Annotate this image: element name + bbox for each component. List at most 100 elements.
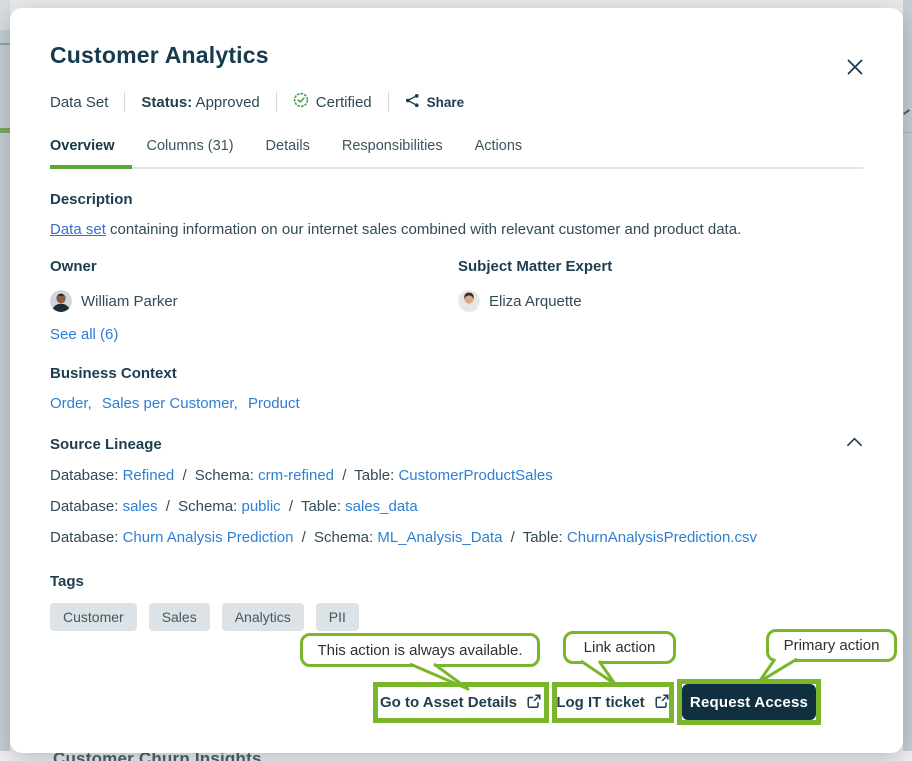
schema-label: Schema:	[314, 529, 373, 546]
go-to-asset-details-button[interactable]: Go to Asset Details	[380, 693, 542, 713]
schema-label: Schema:	[178, 498, 237, 515]
status-value: Approved	[192, 94, 260, 111]
lineage-row: Database: Churn Analysis Prediction / Sc…	[50, 529, 863, 546]
owner-name: William Parker	[81, 293, 178, 310]
divider	[276, 92, 277, 112]
tag-chip-sales[interactable]: Sales	[149, 603, 210, 631]
owner-heading: Owner	[50, 258, 458, 275]
tags-heading: Tags	[50, 573, 863, 590]
business-context-link-product[interactable]: Product	[248, 395, 300, 412]
table-link[interactable]: CustomerProductSales	[398, 467, 552, 484]
database-link[interactable]: sales	[123, 498, 158, 515]
tab-responsibilities[interactable]: Responsibilities	[342, 138, 443, 167]
share-icon	[405, 93, 420, 112]
tab-columns[interactable]: Columns (31)	[147, 138, 234, 167]
certified-label: Certified	[316, 94, 372, 111]
tab-bar: Overview Columns (31) Details Responsibi…	[50, 138, 863, 167]
close-icon[interactable]	[845, 57, 865, 77]
description-text-body: containing information on our internet s…	[106, 221, 741, 238]
separator: /	[182, 467, 186, 484]
tab-actions[interactable]: Actions	[475, 138, 523, 167]
background-page-left	[0, 0, 10, 761]
sme-column: Subject Matter Expert Eliza Arquette	[458, 258, 612, 344]
separator: /	[342, 467, 346, 484]
divider	[124, 92, 125, 112]
table-link[interactable]: ChurnAnalysisPrediction.csv	[567, 529, 757, 546]
database-link[interactable]: Refined	[123, 467, 175, 484]
log-it-ticket-button[interactable]: Log IT ticket	[556, 693, 669, 713]
certified-badge: Certified	[293, 92, 372, 112]
certified-icon	[293, 92, 309, 112]
sme-name: Eliza Arquette	[489, 293, 582, 310]
schema-label: Schema:	[195, 467, 254, 484]
callout-tail	[575, 660, 623, 686]
table-label: Table:	[523, 529, 563, 546]
share-label: Share	[427, 95, 465, 110]
annotation-highlight-request-access: Request Access	[677, 679, 821, 725]
table-label: Table:	[301, 498, 341, 515]
separator: /	[511, 529, 515, 546]
lineage-row: Database: Refined / Schema: crm-refined …	[50, 467, 863, 484]
tab-details[interactable]: Details	[266, 138, 310, 167]
description-text: Data set containing information on our i…	[50, 221, 863, 238]
callout-always-available: This action is always available.	[300, 633, 540, 667]
owner-column: Owner William Parker See all (6)	[50, 258, 458, 344]
business-context-links: Order, Sales per Customer, Product	[50, 395, 863, 412]
sme-avatar	[458, 290, 480, 312]
business-context-link-sales-per-customer[interactable]: Sales per Customer,	[102, 395, 238, 412]
separator: /	[166, 498, 170, 515]
separator: /	[289, 498, 293, 515]
annotation-highlight-log-it-ticket: Log IT ticket	[552, 682, 674, 723]
status-label: Status:	[141, 94, 192, 111]
database-link[interactable]: Churn Analysis Prediction	[123, 529, 294, 546]
page-title: Customer Analytics	[50, 42, 863, 69]
tab-overview[interactable]: Overview	[50, 138, 115, 167]
tab-underline-track	[50, 167, 863, 169]
background-divider	[0, 43, 10, 45]
asset-meta-row: Data Set Status: Approved Certified Shar…	[50, 92, 863, 112]
go-to-asset-details-label: Go to Asset Details	[380, 694, 517, 711]
business-context-heading: Business Context	[50, 365, 863, 382]
asset-detail-modal: Customer Analytics Data Set Status: Appr…	[10, 8, 903, 753]
active-tab-indicator	[50, 165, 132, 169]
tag-chip-customer[interactable]: Customer	[50, 603, 137, 631]
database-label: Database:	[50, 529, 118, 546]
asset-type-label: Data Set	[50, 94, 108, 111]
owner-person: William Parker	[50, 290, 458, 312]
chevron-up-icon[interactable]	[846, 435, 863, 453]
schema-link[interactable]: crm-refined	[258, 467, 334, 484]
source-lineage-header: Source Lineage	[50, 435, 863, 453]
log-it-ticket-label: Log IT ticket	[556, 694, 644, 711]
people-section: Owner William Parker See all (6) Subject…	[50, 258, 863, 344]
external-link-icon	[654, 693, 670, 713]
data-set-link[interactable]: Data set	[50, 221, 106, 238]
external-link-icon	[526, 693, 542, 713]
separator: /	[302, 529, 306, 546]
request-access-button[interactable]: Request Access	[682, 684, 816, 720]
background-divider-right	[903, 132, 912, 133]
tag-chip-analytics[interactable]: Analytics	[222, 603, 304, 631]
sme-person: Eliza Arquette	[458, 290, 612, 312]
tag-chip-pii[interactable]: PII	[316, 603, 359, 631]
tags-list: Customer Sales Analytics PII	[50, 603, 863, 631]
divider	[388, 92, 389, 112]
owner-avatar	[50, 290, 72, 312]
see-all-link[interactable]: See all (6)	[50, 326, 118, 343]
database-label: Database:	[50, 467, 118, 484]
lineage-row: Database: sales / Schema: public / Table…	[50, 498, 863, 515]
background-page-left-top	[0, 0, 10, 30]
background-green-dash	[0, 128, 10, 133]
sme-heading: Subject Matter Expert	[458, 258, 612, 275]
schema-link[interactable]: ML_Analysis_Data	[377, 529, 502, 546]
status-field: Status: Approved	[141, 94, 259, 111]
business-context-link-order[interactable]: Order,	[50, 395, 92, 412]
source-lineage-heading: Source Lineage	[50, 436, 162, 453]
description-heading: Description	[50, 191, 863, 208]
table-link[interactable]: sales_data	[345, 498, 418, 515]
callout-tail	[747, 658, 803, 684]
schema-link[interactable]: public	[241, 498, 280, 515]
share-button[interactable]: Share	[405, 93, 465, 112]
background-page-top	[10, 0, 903, 8]
database-label: Database:	[50, 498, 118, 515]
table-label: Table:	[354, 467, 394, 484]
